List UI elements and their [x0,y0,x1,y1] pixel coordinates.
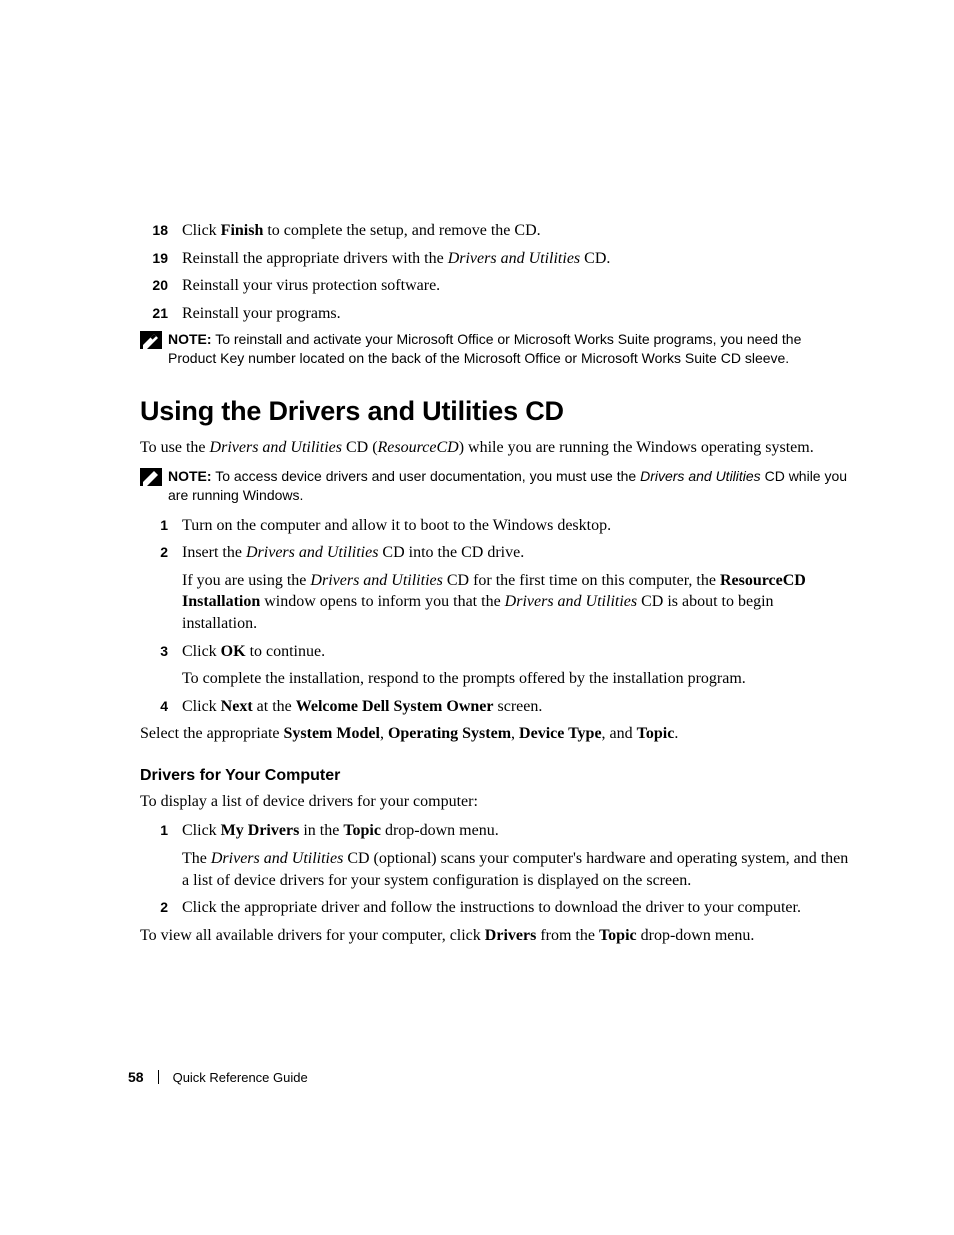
list-number: 20 [140,275,168,295]
list-body: Click the appropriate driver and follow … [168,897,849,919]
list-item: 1Click My Drivers in the Topic drop-down… [140,820,849,891]
steps-sub: 1Click My Drivers in the Topic drop-down… [140,820,849,918]
note-label: NOTE: [168,468,212,484]
list-body: Click My Drivers in the Topic drop-down … [168,820,849,891]
list-body: Click Next at the Welcome Dell System Ow… [168,696,849,718]
list-item: 3Click OK to continue.To complete the in… [140,641,849,690]
select-line: Select the appropriate System Model, Ope… [140,723,849,745]
list-item: 2Click the appropriate driver and follow… [140,897,849,919]
list-item: 21Reinstall your programs. [140,303,849,325]
list-body: Insert the Drivers and Utilities CD into… [168,542,849,634]
list-number: 3 [140,641,168,661]
list-body: Click Finish to complete the setup, and … [168,220,849,242]
footer-title: Quick Reference Guide [173,1070,308,1085]
list-item: 18Click Finish to complete the setup, an… [140,220,849,242]
list-number: 2 [140,897,168,917]
list-number: 4 [140,696,168,716]
list-number: 21 [140,303,168,323]
intro-paragraph: To use the Drivers and Utilities CD (Res… [140,437,849,459]
list-body: Reinstall your programs. [168,303,849,325]
list-number: 1 [140,820,168,840]
list-item: 2Insert the Drivers and Utilities CD int… [140,542,849,634]
note-text: NOTE: To reinstall and activate your Mic… [168,330,849,368]
subsection-heading: Drivers for Your Computer [140,767,849,785]
list-body: Click OK to continue.To complete the ins… [168,641,849,690]
list-body: Reinstall the appropriate drivers with t… [168,248,849,270]
steps-mid: 1Turn on the computer and allow it to bo… [140,515,849,718]
sub-intro: To display a list of device drivers for … [140,791,849,813]
page: 18Click Finish to complete the setup, an… [0,0,954,1235]
page-footer: 58 Quick Reference Guide [128,1069,308,1085]
list-item: 1Turn on the computer and allow it to bo… [140,515,849,537]
list-item: 4Click Next at the Welcome Dell System O… [140,696,849,718]
note-reinstall-office: NOTE: To reinstall and activate your Mic… [140,330,849,368]
list-number: 1 [140,515,168,535]
list-number: 2 [140,542,168,562]
note-label: NOTE: [168,331,212,347]
list-number: 19 [140,248,168,268]
list-body: Turn on the computer and allow it to boo… [168,515,849,537]
note-text: NOTE: To access device drivers and user … [168,467,849,505]
note-access-drivers: NOTE: To access device drivers and user … [140,467,849,505]
list-item: 19Reinstall the appropriate drivers with… [140,248,849,270]
page-number: 58 [128,1069,144,1085]
list-body: Reinstall your virus protection software… [168,275,849,297]
pencil-note-icon [140,331,162,349]
section-heading: Using the Drivers and Utilities CD [140,396,849,427]
steps-top: 18Click Finish to complete the setup, an… [140,220,849,324]
pencil-note-icon [140,468,162,486]
footer-separator [158,1070,159,1084]
list-number: 18 [140,220,168,240]
closing-paragraph: To view all available drivers for your c… [140,925,849,947]
list-item: 20Reinstall your virus protection softwa… [140,275,849,297]
